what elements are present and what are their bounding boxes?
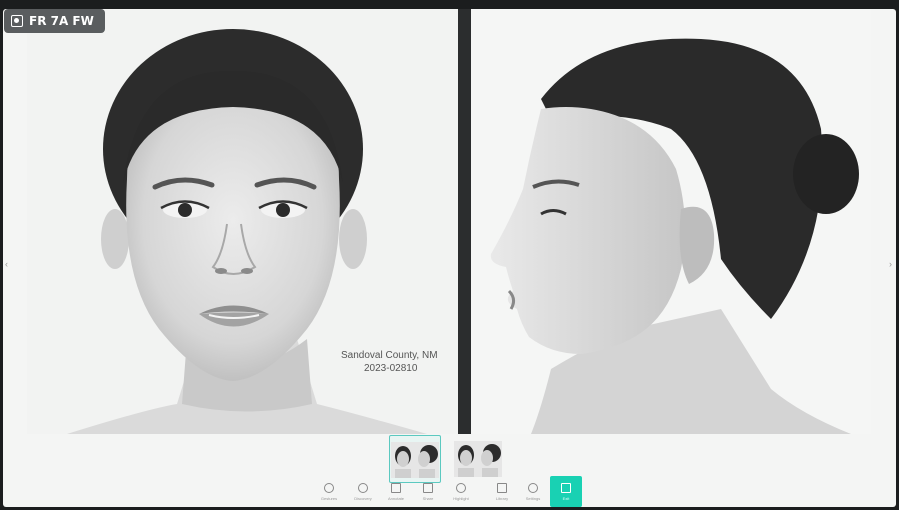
exit-icon [561,483,571,493]
profile-face-image[interactable] [471,9,871,434]
gesture-button[interactable]: Gestures [315,478,343,506]
thumbnail-pair-2[interactable] [453,435,503,481]
annotate-button[interactable]: Annotate [382,478,410,506]
display-screen: Sandoval County, NM 2023-02810 ‹ › Gestu… [3,9,896,507]
library-button[interactable]: Library [488,478,516,506]
thumbnail-frontal [454,441,478,477]
thumbnail-frontal [391,442,415,478]
room-marker-icon [11,15,23,27]
share-icon [423,483,433,493]
case-caption: Sandoval County, NM 2023-02810 [341,349,458,375]
highlight-icon [456,483,466,493]
frontal-face-image[interactable]: Sandoval County, NM 2023-02810 [27,9,458,434]
previous-arrow-icon[interactable]: ‹ [5,259,8,269]
case-number: 2023-02810 [364,363,418,374]
thumbnail-profile [415,442,439,478]
gesture-icon [324,483,334,493]
settings-button[interactable]: Settings [519,478,547,506]
exit-button[interactable]: Exit [550,476,582,507]
discovery-button[interactable]: Discovery [349,478,377,506]
case-location: Sandoval County, NM [341,350,438,361]
highlight-button[interactable]: Highlight [447,478,475,506]
bottom-toolbar: Gestures Discovery Annotate Share Highli… [303,476,603,507]
thumbnail-profile [478,441,502,477]
library-icon [497,483,507,493]
share-button[interactable]: Share [414,478,442,506]
next-arrow-icon[interactable]: › [889,259,892,269]
discovery-icon [358,483,368,493]
room-badge-label: FR 7A FW [29,14,94,28]
panel-divider [458,9,471,434]
settings-icon [528,483,538,493]
room-badge: FR 7A FW [4,9,105,33]
annotate-icon [391,483,401,493]
